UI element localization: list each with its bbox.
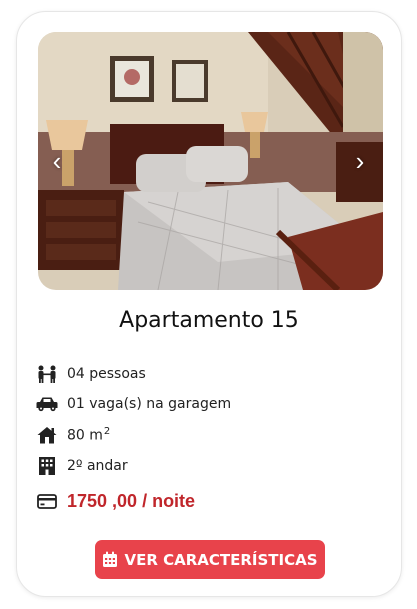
feature-text: 01 vaga(s) na garagem <box>67 396 232 412</box>
chevron-right-icon[interactable]: › <box>349 146 371 176</box>
feature-text: 04 pessoas <box>67 366 146 382</box>
price-row: 1750 ,00 / noite <box>35 489 195 513</box>
superscript: 2 <box>103 426 111 438</box>
car-icon <box>35 392 59 416</box>
feature-text: 80 m2 <box>67 426 111 444</box>
credit-card-icon <box>35 489 59 513</box>
view-features-label: VER CARACTERÍSTICAS <box>124 550 318 569</box>
calendar-icon <box>102 551 118 568</box>
apartment-title: Apartamento 15 <box>119 308 299 333</box>
apartment-photo: ‹ › <box>38 32 383 290</box>
building-icon <box>35 454 59 478</box>
people-icon <box>35 362 59 386</box>
feature-text: 2º andar <box>67 458 128 474</box>
price-text: 1750 ,00 / noite <box>67 490 196 511</box>
apartment-card: ‹ › Apartamento 15 04 pessoas 01 vaga(s)… <box>16 11 402 597</box>
feature-guests: 04 pessoas <box>35 362 146 386</box>
view-features-button[interactable]: VER CARACTERÍSTICAS <box>95 540 325 579</box>
feature-floor: 2º andar <box>35 454 128 478</box>
feature-parking: 01 vaga(s) na garagem <box>35 392 231 416</box>
feature-area: 80 m2 <box>35 423 110 447</box>
chevron-left-icon[interactable]: ‹ <box>46 146 68 176</box>
house-icon <box>35 423 59 447</box>
